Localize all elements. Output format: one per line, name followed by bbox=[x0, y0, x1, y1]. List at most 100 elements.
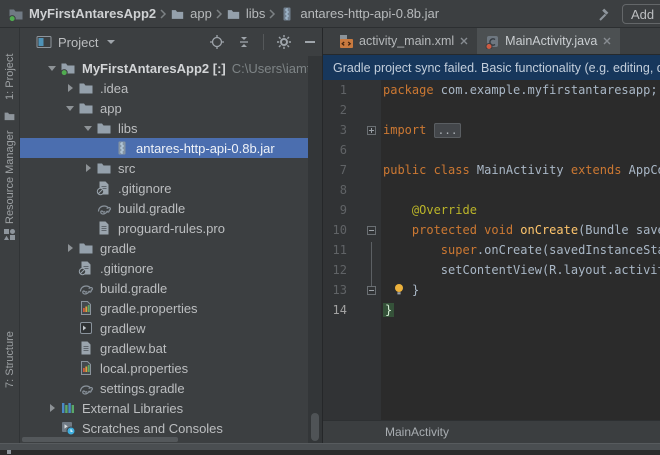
tool-window-icon bbox=[36, 35, 52, 49]
chevron-right-icon bbox=[215, 8, 223, 20]
tree-item-build-gradle-root[interactable]: build.gradle bbox=[20, 278, 322, 298]
stripe-project-button[interactable]: 1: Project bbox=[4, 54, 16, 100]
line-number-current[interactable]: 14 bbox=[323, 300, 347, 320]
stripe-structure-button[interactable]: 7: Structure bbox=[4, 331, 16, 388]
tree-item-proguard-rules[interactable]: proguard-rules.pro bbox=[20, 218, 322, 238]
collapsed-arrow-icon[interactable] bbox=[86, 164, 91, 172]
expanded-arrow-icon[interactable] bbox=[84, 126, 92, 131]
line-number[interactable]: 7 bbox=[323, 160, 347, 180]
code-line[interactable] bbox=[383, 100, 660, 120]
hide-panel-icon[interactable] bbox=[304, 34, 316, 50]
code-token: onCreate bbox=[520, 223, 578, 237]
code-line[interactable] bbox=[383, 180, 660, 200]
project-tree: MyFirstAntaresApp2 [:] C:\Users\iamtarip… bbox=[20, 56, 322, 438]
chevron-down-icon[interactable] bbox=[107, 40, 115, 44]
collapsed-arrow-icon[interactable] bbox=[68, 244, 73, 252]
folder-icon bbox=[226, 7, 241, 21]
expanded-arrow-icon[interactable] bbox=[66, 106, 74, 111]
tree-horizontal-scrollbar[interactable] bbox=[22, 437, 178, 442]
tree-item-gradle-properties[interactable]: gradle.properties bbox=[20, 298, 322, 318]
line-number[interactable]: 10 bbox=[323, 220, 347, 240]
line-number[interactable]: 9 bbox=[323, 200, 347, 220]
tree-item-scratches[interactable]: Scratches and Consoles bbox=[20, 418, 322, 438]
breadcrumb-jar[interactable]: antares-http-api-0.8b.jar bbox=[279, 6, 439, 22]
collapsed-arrow-icon[interactable] bbox=[50, 404, 55, 412]
tree-item-gradlew-bat[interactable]: gradlew.bat bbox=[20, 338, 322, 358]
tree-item-app[interactable]: app bbox=[20, 98, 322, 118]
folded-imports[interactable]: ... bbox=[434, 123, 462, 138]
line-number[interactable]: 1 bbox=[323, 80, 347, 100]
tree-item-gitignore-app[interactable]: .gitignore bbox=[20, 178, 322, 198]
expanded-arrow-icon[interactable] bbox=[48, 66, 56, 71]
lightbulb-hint-icon[interactable] bbox=[393, 283, 405, 296]
breadcrumb-libs[interactable]: libs bbox=[226, 6, 266, 21]
line-number[interactable]: 6 bbox=[323, 140, 347, 160]
navigation-bar: MyFirstAntaresApp2 app libs antares-http… bbox=[0, 0, 660, 28]
project-folder-icon[interactable] bbox=[3, 110, 16, 122]
tree-item-label: libs bbox=[118, 121, 138, 136]
line-number[interactable]: 11 bbox=[323, 240, 347, 260]
line-number[interactable]: 2 bbox=[323, 100, 347, 120]
tree-item-local-properties[interactable]: local.properties bbox=[20, 358, 322, 378]
add-configuration-label: Add bbox=[631, 7, 654, 22]
tab-activity-main-xml[interactable]: activity_main.xml bbox=[331, 28, 477, 54]
breadcrumb-class[interactable]: MainActivity bbox=[385, 425, 449, 439]
gear-icon[interactable] bbox=[276, 34, 292, 50]
ignored-file-icon bbox=[96, 180, 112, 196]
build-hammer-icon[interactable] bbox=[596, 5, 614, 28]
tree-item-external-libraries[interactable]: External Libraries bbox=[20, 398, 322, 418]
tab-mainactivity-java[interactable]: MainActivity.java bbox=[477, 28, 620, 54]
fold-expand-icon[interactable] bbox=[367, 126, 376, 135]
fold-end-icon[interactable] bbox=[367, 286, 376, 295]
editor-area: activity_main.xml MainActivity.java Grad… bbox=[322, 28, 660, 443]
code-line[interactable]: public class MainActivity extends AppCom bbox=[383, 160, 660, 180]
line-number[interactable]: 12 bbox=[323, 260, 347, 280]
line-number[interactable]: 8 bbox=[323, 180, 347, 200]
tree-item-label: src bbox=[118, 161, 135, 176]
fold-collapse-icon[interactable] bbox=[367, 226, 376, 235]
tree-vertical-scrollbar[interactable] bbox=[311, 413, 319, 441]
tree-item-gitignore-root[interactable]: .gitignore bbox=[20, 258, 322, 278]
breadcrumb-app-label: app bbox=[190, 6, 212, 21]
tree-item-idea[interactable]: .idea bbox=[20, 78, 322, 98]
code-line[interactable]: setContentView(R.layout.activity bbox=[383, 260, 660, 280]
code-line[interactable] bbox=[383, 140, 660, 160]
line-number[interactable]: 13 bbox=[323, 280, 347, 300]
locate-file-icon[interactable] bbox=[209, 34, 225, 50]
tree-item-gradle-folder[interactable]: gradle bbox=[20, 238, 322, 258]
tree-item-settings-gradle[interactable]: settings.gradle bbox=[20, 378, 322, 398]
add-configuration-button[interactable]: Add bbox=[622, 4, 660, 24]
code-line[interactable]: package com.example.myfirstantaresapp; bbox=[383, 80, 660, 100]
tree-item-gradlew[interactable]: gradlew bbox=[20, 318, 322, 338]
collapse-all-icon[interactable] bbox=[237, 34, 251, 50]
tree-item-build-gradle-app[interactable]: build.gradle bbox=[20, 198, 322, 218]
editor-gutter[interactable]: 1 2 3 6 7 8 9 10 11 12 13 14 bbox=[323, 80, 381, 420]
code-line[interactable]: super.onCreate(savedInstanceStat bbox=[383, 240, 660, 260]
panel-title[interactable]: Project bbox=[58, 35, 98, 50]
collapsed-arrow-icon[interactable] bbox=[68, 84, 73, 92]
breadcrumb-libs-label: libs bbox=[246, 6, 266, 21]
tree-item-antares-jar[interactable]: antares-http-api-0.8b.jar bbox=[20, 138, 308, 158]
code-line[interactable]: @Override bbox=[383, 200, 660, 220]
tab-label: MainActivity.java bbox=[505, 34, 597, 48]
code-line[interactable]: } bbox=[383, 300, 660, 320]
code-line[interactable]: protected void onCreate(Bundle saved bbox=[383, 220, 660, 240]
resource-manager-icon[interactable] bbox=[3, 228, 16, 241]
code-editor[interactable]: 1 2 3 6 7 8 9 10 11 12 13 14 package com… bbox=[323, 80, 660, 420]
tree-item-src[interactable]: src bbox=[20, 158, 322, 178]
breadcrumb-project[interactable]: MyFirstAntaresApp2 bbox=[8, 6, 156, 22]
tree-item-root[interactable]: MyFirstAntaresApp2 [:] C:\Users\iamtarip… bbox=[20, 58, 322, 78]
code-lines: package com.example.myfirstantaresapp; i… bbox=[383, 80, 660, 320]
tree-item-libs[interactable]: libs bbox=[20, 118, 322, 138]
gradle-elephant-icon bbox=[96, 200, 112, 216]
code-token: com.example.myfirstantaresapp; bbox=[434, 83, 658, 97]
breadcrumb-app[interactable]: app bbox=[170, 6, 212, 21]
close-icon[interactable] bbox=[602, 36, 612, 46]
tool-window-stripe: 1: Project Resource Manager 7: Structure bbox=[0, 28, 20, 443]
code-line[interactable]: import ... bbox=[383, 120, 660, 140]
code-line[interactable]: } bbox=[383, 280, 660, 300]
stripe-resource-manager-button[interactable]: Resource Manager bbox=[4, 130, 16, 224]
line-number[interactable]: 3 bbox=[323, 120, 347, 140]
close-icon[interactable] bbox=[459, 36, 469, 46]
project-folder-icon bbox=[60, 60, 76, 76]
